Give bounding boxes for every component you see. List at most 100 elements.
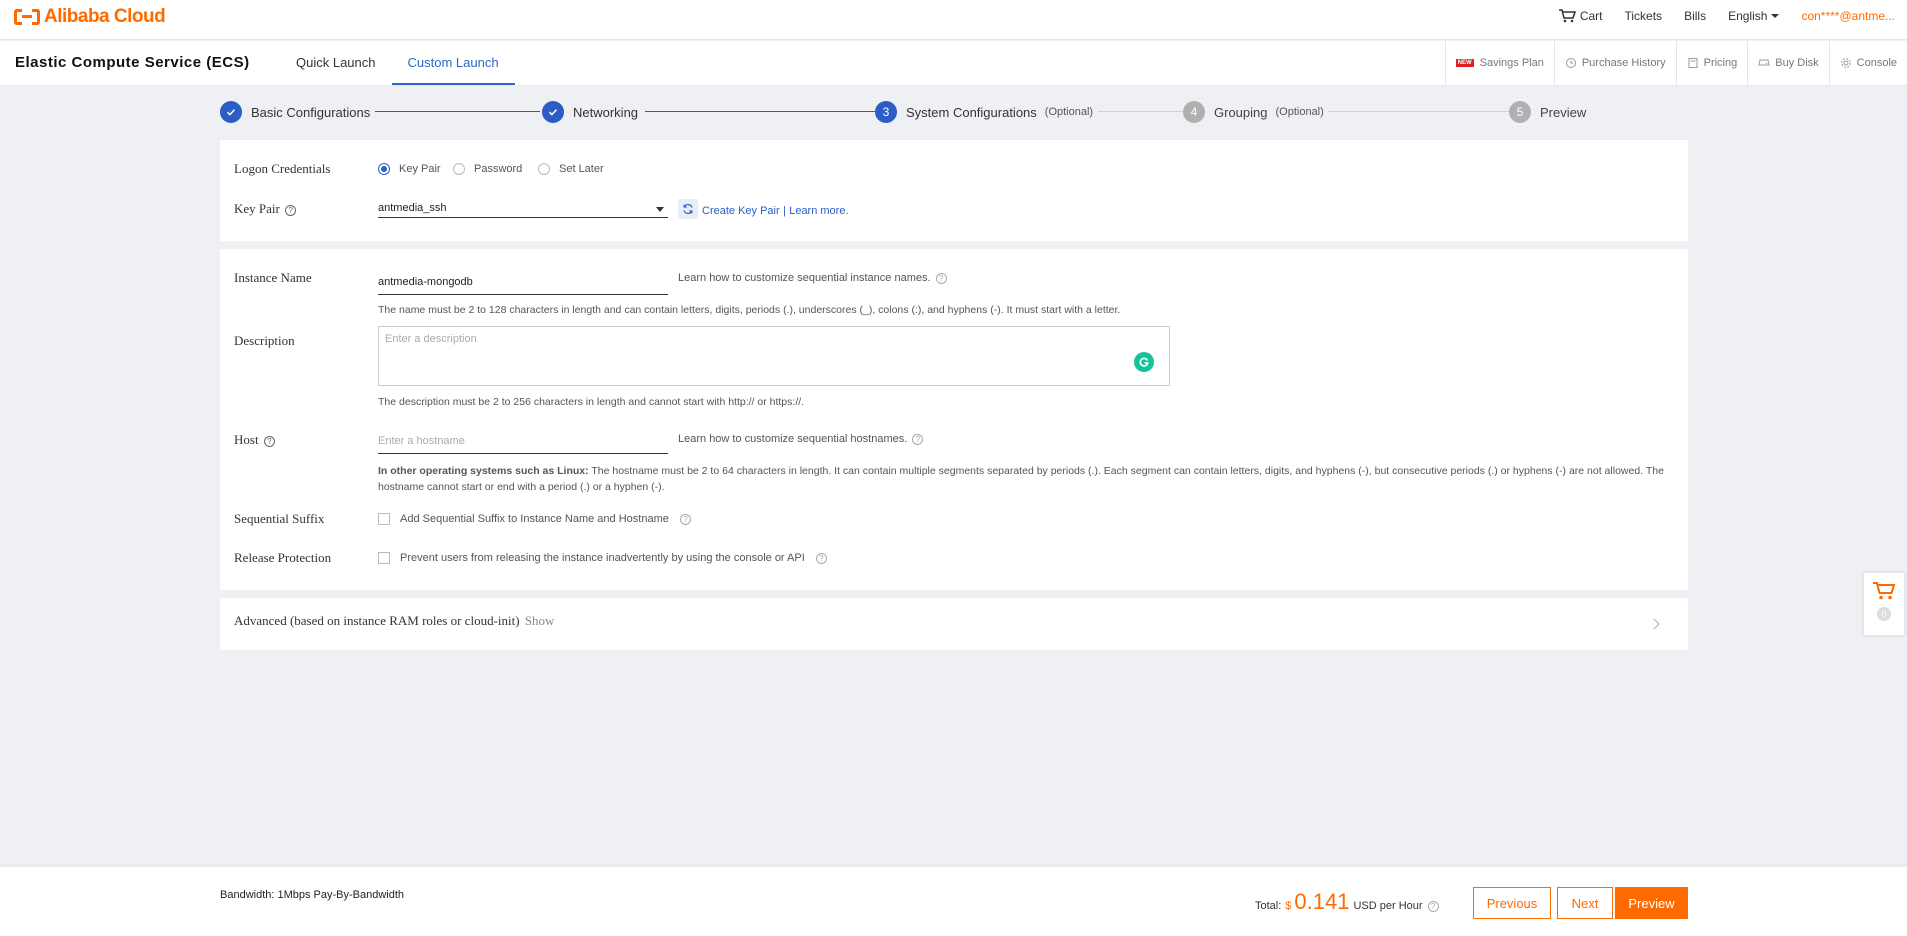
launch-tabs: Quick Launch Custom Launch — [280, 41, 515, 85]
preview-button[interactable]: Preview — [1615, 887, 1688, 919]
previous-button[interactable]: Previous — [1473, 887, 1551, 919]
bills-link[interactable]: Bills — [1684, 9, 1706, 23]
step-label: Basic Configurations — [251, 104, 371, 120]
console-link[interactable]: Console — [1828, 41, 1907, 85]
host-label: Host ? — [234, 432, 275, 448]
account-menu[interactable]: con****@antme... — [1801, 9, 1895, 23]
alibaba-cloud-logo[interactable]: Alibaba Cloud — [14, 6, 166, 28]
instance-name-input[interactable] — [378, 269, 668, 295]
chevron-down-icon — [1771, 14, 1780, 18]
sequential-suffix-checkbox[interactable] — [378, 513, 390, 525]
clock-icon — [1565, 58, 1576, 68]
tab-quick-launch[interactable]: Quick Launch — [280, 41, 392, 85]
step-optional: (Optional) — [1044, 106, 1094, 118]
host-hint-text[interactable]: Learn how to customize sequential hostna… — [678, 433, 907, 445]
buy-disk-label: Buy Disk — [1775, 57, 1819, 69]
purchase-history-link[interactable]: Purchase History — [1553, 41, 1676, 85]
launch-stepper: Basic Configurations Networking 3 System… — [220, 100, 1688, 124]
price-amount: 0.141 — [1294, 889, 1350, 914]
step-optional: (Optional) — [1275, 106, 1324, 118]
order-footer: Bandwidth: 1Mbps Pay-By-Bandwidth Total:… — [0, 867, 1907, 936]
product-header: Elastic Compute Service (ECS) Quick Laun… — [0, 41, 1907, 86]
advanced-show-toggle[interactable]: Show — [525, 613, 555, 628]
step-grouping[interactable]: 4 Grouping (Optional) — [1183, 100, 1324, 124]
radio-dot — [378, 163, 390, 175]
step-connector — [645, 111, 890, 112]
price-unit: USD per Hour — [1353, 900, 1423, 912]
gear-icon — [1840, 58, 1851, 68]
help-icon[interactable]: ? — [1427, 901, 1439, 912]
key-pair-links: Create Key Pair | Learn more. — [702, 203, 849, 217]
tickets-link[interactable]: Tickets — [1625, 9, 1663, 23]
step-label: Grouping — [1214, 104, 1268, 120]
key-pair-select[interactable] — [378, 198, 668, 218]
radio-label: Key Pair — [399, 163, 441, 175]
description-input[interactable] — [378, 326, 1170, 386]
brand-name: Alibaba Cloud — [44, 6, 166, 27]
advanced-section: Advanced (based on instance RAM roles or… — [234, 613, 554, 629]
instance-name-hint: Learn how to customize sequential instan… — [678, 272, 947, 284]
step-label: Networking — [573, 104, 639, 120]
help-icon[interactable]: ? — [285, 204, 297, 216]
key-pair-label-text: Key Pair — [234, 201, 280, 216]
learn-more-link[interactable]: Learn more. — [789, 205, 848, 217]
pricing-label: Pricing — [1703, 57, 1738, 69]
grammarly-icon[interactable] — [1134, 352, 1154, 372]
step-connector — [1098, 111, 1196, 112]
chevron-right-icon[interactable] — [1648, 618, 1660, 630]
next-button[interactable]: Next — [1557, 887, 1613, 919]
release-protection-option: Prevent users from releasing the instanc… — [400, 552, 827, 564]
advanced-panel[interactable]: Advanced (based on instance RAM roles or… — [220, 598, 1688, 650]
step-system-configurations: 3 System Configurations (Optional) — [875, 100, 1093, 124]
step-preview[interactable]: 5 Preview — [1509, 100, 1586, 124]
description-label: Description — [234, 333, 295, 348]
refresh-icon — [683, 204, 693, 214]
cart-link[interactable]: Cart — [1558, 9, 1603, 23]
radio-label: Set Later — [559, 163, 604, 175]
sequential-suffix-option: Add Sequential Suffix to Instance Name a… — [400, 513, 691, 525]
step-label: System Configurations — [906, 104, 1037, 120]
disk-icon — [1758, 59, 1770, 66]
tab-custom-launch[interactable]: Custom Launch — [391, 41, 515, 85]
check-icon — [220, 101, 242, 123]
radio-set-later[interactable]: Set Later — [538, 163, 604, 175]
help-icon[interactable]: ? — [912, 433, 924, 445]
step-basic-configurations[interactable]: Basic Configurations — [220, 100, 370, 124]
alibaba-logo-icon — [14, 9, 40, 25]
pricing-link[interactable]: Pricing — [1675, 41, 1748, 85]
host-label-text: Host — [234, 432, 259, 447]
chevron-down-icon[interactable] — [656, 207, 664, 212]
step-label: Preview — [1540, 104, 1587, 120]
savings-plan-link[interactable]: NEW Savings Plan — [1444, 41, 1554, 85]
instance-name-hint-text[interactable]: Learn how to customize sequential instan… — [678, 272, 931, 284]
step-number: 4 — [1183, 101, 1205, 123]
hostname-input[interactable] — [378, 428, 668, 454]
new-badge: NEW — [1455, 59, 1474, 67]
help-icon[interactable]: ? — [815, 552, 827, 564]
floating-cart[interactable]: 0 — [1864, 573, 1904, 635]
radio-key-pair[interactable]: Key Pair — [378, 163, 441, 175]
header-links: NEW Savings Plan Purchase History Pricin… — [1444, 41, 1907, 85]
step-connector — [1328, 111, 1514, 112]
help-icon[interactable]: ? — [679, 513, 691, 525]
refresh-button[interactable] — [678, 199, 698, 219]
cart-icon — [1873, 582, 1896, 600]
sequential-suffix-text[interactable]: Add Sequential Suffix to Instance Name a… — [400, 513, 669, 525]
step-connector — [375, 111, 540, 112]
instance-name-label: Instance Name — [234, 270, 312, 285]
step-networking[interactable]: Networking — [542, 100, 638, 124]
buy-disk-link[interactable]: Buy Disk — [1747, 41, 1828, 85]
cart-label: Cart — [1579, 9, 1603, 23]
language-dropdown[interactable]: English — [1728, 9, 1780, 23]
help-icon[interactable]: ? — [263, 435, 275, 447]
description-note: The description must be 2 to 256 charact… — [378, 396, 805, 408]
step-number: 3 — [875, 101, 897, 123]
release-protection-text[interactable]: Prevent users from releasing the instanc… — [400, 552, 805, 564]
key-pair-label: Key Pair ? — [234, 201, 297, 217]
help-icon[interactable]: ? — [935, 272, 947, 284]
create-key-pair-link[interactable]: Create Key Pair — [702, 205, 780, 217]
cart-icon — [1558, 9, 1576, 23]
radio-password[interactable]: Password — [453, 163, 522, 175]
radio-dot — [538, 163, 550, 175]
release-protection-checkbox[interactable] — [378, 552, 390, 564]
